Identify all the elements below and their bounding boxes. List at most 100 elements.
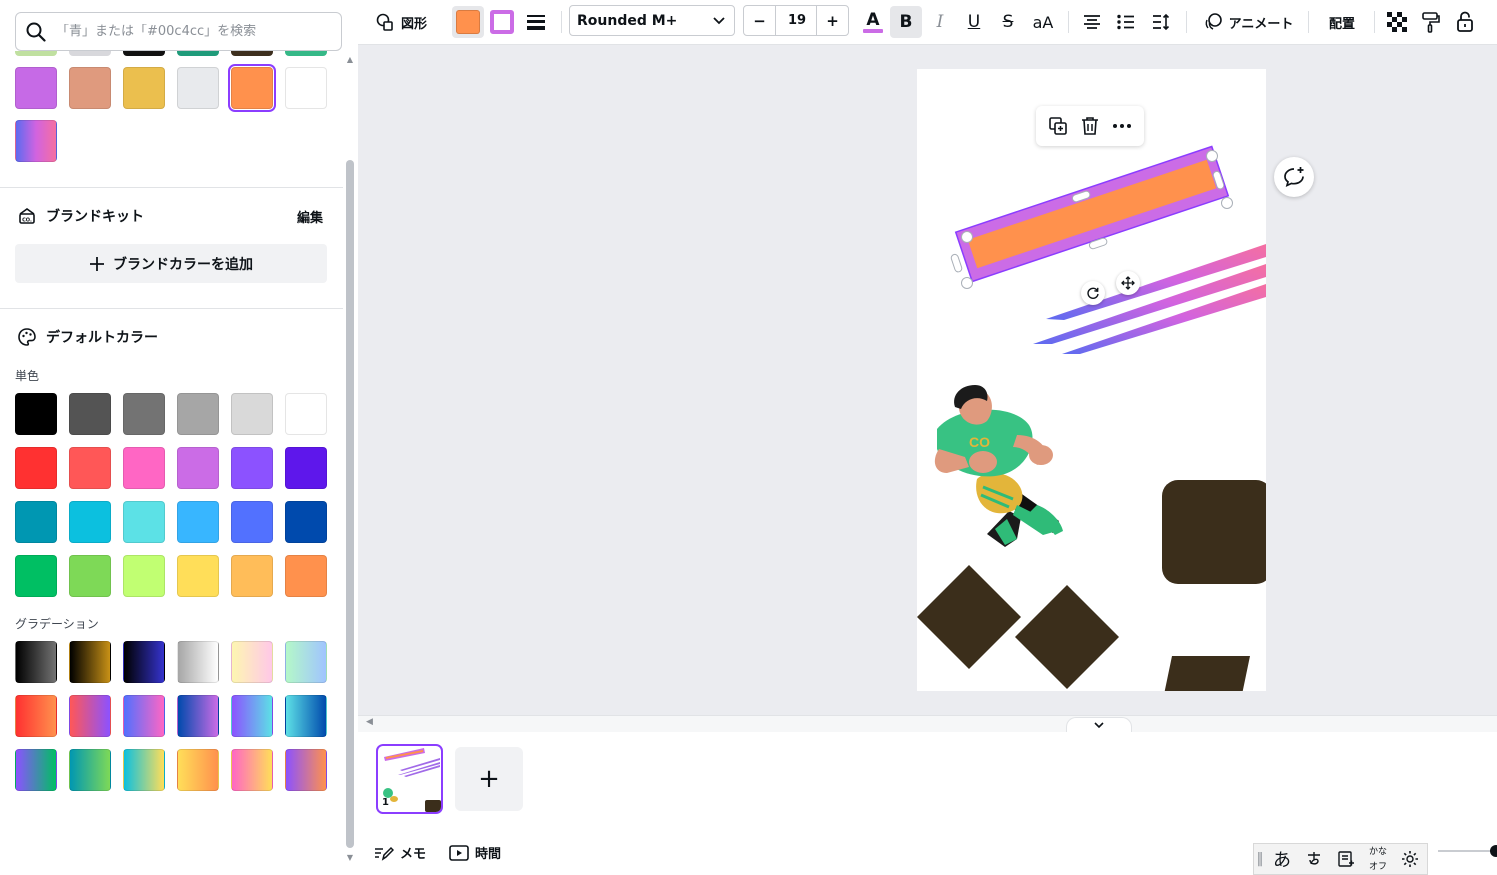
document-color-swatch[interactable] — [123, 67, 165, 109]
gradient-color-swatch[interactable] — [285, 695, 327, 737]
panel-scrollbar-thumb[interactable] — [346, 160, 354, 848]
document-gradient-swatch[interactable] — [15, 120, 57, 162]
default-color-swatch[interactable] — [285, 555, 327, 597]
ime-settings-icon[interactable] — [1394, 844, 1426, 874]
default-color-swatch[interactable] — [123, 447, 165, 489]
lock-button[interactable] — [1450, 6, 1480, 38]
gradient-color-swatch[interactable] — [231, 695, 273, 737]
gradient-color-swatch[interactable] — [177, 695, 219, 737]
font-size-value[interactable]: 19 — [777, 6, 817, 35]
more-options-button[interactable] — [1108, 112, 1136, 140]
duplicate-button[interactable] — [1044, 112, 1072, 140]
strikethrough-button[interactable]: S — [992, 6, 1024, 38]
move-handle[interactable] — [1116, 271, 1140, 295]
default-color-swatch[interactable] — [231, 501, 273, 543]
default-color-swatch[interactable] — [69, 501, 111, 543]
notes-button[interactable]: メモ — [374, 843, 426, 862]
gradient-color-swatch[interactable] — [123, 695, 165, 737]
page-thumbnail[interactable]: 1 — [376, 744, 443, 814]
timing-button[interactable]: 時間 — [449, 843, 501, 862]
gradient-color-swatch[interactable] — [69, 749, 111, 791]
default-color-swatch[interactable] — [177, 393, 219, 435]
animate-button[interactable]: アニメート — [1196, 6, 1300, 38]
color-search-input[interactable] — [56, 24, 316, 39]
default-color-swatch[interactable] — [123, 393, 165, 435]
document-color-swatch[interactable] — [228, 64, 276, 112]
gradient-color-swatch[interactable] — [123, 749, 165, 791]
ime-grip-icon[interactable]: ‖ — [1254, 844, 1266, 874]
align-button[interactable] — [1076, 6, 1108, 38]
ime-dictionary-icon[interactable] — [1330, 844, 1362, 874]
spacing-button[interactable] — [1144, 6, 1176, 38]
default-color-swatch[interactable] — [285, 447, 327, 489]
border-style-button[interactable] — [520, 6, 552, 38]
default-color-swatch[interactable] — [177, 555, 219, 597]
design-page[interactable]: CO — [917, 69, 1266, 691]
gradient-color-swatch[interactable] — [231, 641, 273, 683]
default-color-swatch[interactable] — [231, 393, 273, 435]
bold-button[interactable]: B — [890, 6, 922, 38]
scroll-left-arrow-icon[interactable]: ◀ — [366, 717, 373, 727]
gradient-color-swatch[interactable] — [69, 641, 111, 683]
gradient-color-swatch[interactable] — [123, 641, 165, 683]
ime-hiragana-mode[interactable]: あ — [1266, 844, 1298, 874]
zoom-slider-track[interactable] — [1438, 850, 1493, 852]
border-color-button[interactable] — [486, 6, 518, 38]
default-color-swatch[interactable] — [231, 555, 273, 597]
add-page-button[interactable]: + — [455, 747, 523, 811]
copy-style-button[interactable] — [1416, 6, 1446, 38]
gradient-color-swatch[interactable] — [231, 749, 273, 791]
default-color-swatch[interactable] — [177, 501, 219, 543]
default-color-swatch[interactable] — [285, 393, 327, 435]
font-size-stepper[interactable]: − 19 + — [743, 5, 849, 36]
delete-button[interactable] — [1076, 112, 1104, 140]
font-size-decrease-button[interactable]: − — [744, 6, 776, 35]
gradient-color-swatch[interactable] — [15, 749, 57, 791]
rotate-handle[interactable] — [1081, 281, 1105, 305]
font-family-dropdown[interactable]: Rounded M+ — [569, 5, 735, 36]
default-color-swatch[interactable] — [15, 555, 57, 597]
default-color-swatch[interactable] — [285, 501, 327, 543]
color-search-box[interactable] — [15, 12, 342, 51]
ime-kana-off-toggle[interactable]: かな オフ — [1362, 844, 1394, 874]
default-color-swatch[interactable] — [123, 501, 165, 543]
gradient-color-swatch[interactable] — [15, 695, 57, 737]
letter-case-button[interactable]: aA — [1026, 6, 1060, 38]
add-brand-color-button[interactable]: ブランドカラーを追加 — [15, 244, 327, 283]
scroll-up-arrow-icon[interactable]: ▲ — [345, 55, 355, 64]
default-color-swatch[interactable] — [69, 555, 111, 597]
document-color-swatch[interactable] — [69, 67, 111, 109]
dark-brown-shapes[interactable] — [917, 480, 1266, 691]
default-color-swatch[interactable] — [15, 447, 57, 489]
default-color-swatch[interactable] — [15, 393, 57, 435]
transparency-button[interactable] — [1382, 6, 1412, 38]
selected-rectangle-shape[interactable] — [954, 145, 1230, 283]
default-color-swatch[interactable] — [231, 447, 273, 489]
fill-color-button[interactable] — [452, 6, 484, 38]
default-color-swatch[interactable] — [177, 447, 219, 489]
document-color-swatch[interactable] — [15, 67, 57, 109]
add-comment-button[interactable] — [1274, 157, 1314, 197]
document-color-swatch[interactable] — [285, 67, 327, 109]
gradient-stripes[interactable] — [1033, 244, 1266, 354]
shape-button[interactable]: 図形 — [370, 6, 432, 38]
gradient-color-swatch[interactable] — [285, 749, 327, 791]
scroll-down-arrow-icon[interactable]: ▼ — [345, 853, 355, 862]
document-color-swatch[interactable] — [177, 67, 219, 109]
default-color-swatch[interactable] — [69, 447, 111, 489]
font-size-increase-button[interactable]: + — [816, 6, 848, 35]
collapse-pages-toggle[interactable] — [1066, 717, 1132, 732]
list-button[interactable] — [1110, 6, 1142, 38]
gradient-color-swatch[interactable] — [285, 641, 327, 683]
default-color-swatch[interactable] — [69, 393, 111, 435]
zoom-slider-knob[interactable] — [1490, 845, 1497, 857]
italic-button[interactable]: I — [924, 6, 956, 38]
gradient-color-swatch[interactable] — [69, 695, 111, 737]
football-player-illustration[interactable]: CO — [934, 385, 1063, 547]
default-color-swatch[interactable] — [123, 555, 165, 597]
default-color-swatch[interactable] — [15, 501, 57, 543]
gradient-color-swatch[interactable] — [177, 749, 219, 791]
text-color-button[interactable]: A — [857, 6, 889, 38]
ime-handwriting-icon[interactable] — [1298, 844, 1330, 874]
gradient-color-swatch[interactable] — [15, 641, 57, 683]
